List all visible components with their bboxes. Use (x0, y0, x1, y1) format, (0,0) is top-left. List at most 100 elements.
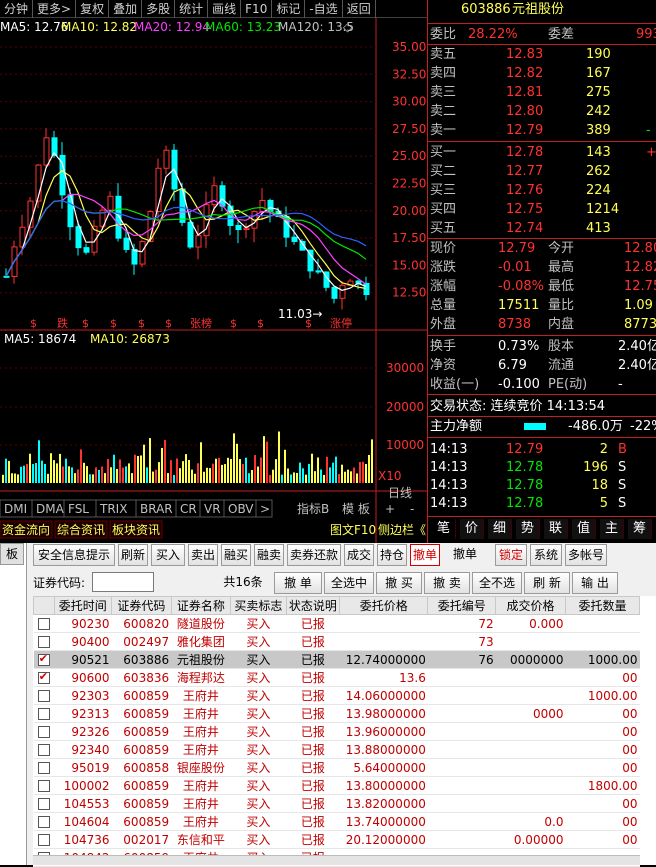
action-button-11[interactable]: 锁定 (495, 544, 527, 566)
cell-dp (495, 632, 566, 651)
order-row[interactable]: 95019 600858 银座股份 买入 已报 5.64000000 00 (33, 758, 640, 777)
op-button-6[interactable]: 输 出 (572, 572, 618, 594)
op-button-4[interactable]: 全不选 (472, 572, 522, 594)
side-tab-t3[interactable]: 细 (488, 519, 512, 539)
order-row[interactable]: 92326 600859 王府井 买入 已报 13.96000000 00 (33, 722, 640, 741)
order-row[interactable]: 90600603836海程邦达买入已报13.6 00 (33, 668, 640, 687)
side-tab-t6[interactable]: 值 (572, 519, 596, 539)
op-button-0[interactable]: 撤 单 (274, 572, 322, 594)
order-row[interactable]: 92313 600859 王府井 买入 已报 13.98000000 0000 00 (33, 704, 640, 723)
order-row[interactable]: 90521603886元祖股份买入已报12.740000007600000001… (33, 650, 640, 669)
row-check-cell[interactable] (33, 722, 55, 741)
row-checkbox[interactable] (37, 762, 50, 774)
row-check-cell[interactable] (33, 740, 55, 759)
cell-no: 72 (427, 614, 496, 633)
toolbar-item-6[interactable]: 画线 (208, 0, 242, 18)
row-check-cell[interactable] (33, 830, 55, 849)
order-row[interactable]: 104736 002017 东信和平 买入 已报 20.12000000 0.00000 00 (33, 830, 640, 849)
toolbar-item-5[interactable]: 统计 (175, 0, 209, 18)
stat-l1-2: 涨幅 (430, 279, 457, 294)
order-row[interactable]: 92303 600859 王府井 买入 已报 14.06000000 1000.00 (33, 686, 640, 705)
side-tab-t1[interactable]: 笔 (432, 519, 456, 539)
row-checkbox[interactable] (37, 708, 50, 720)
col-header-8[interactable]: 委托数量 (564, 596, 641, 615)
col-header-0[interactable]: 委托时间 (53, 596, 113, 615)
side-tab-t8[interactable]: 筹 (628, 519, 652, 539)
toolbar-item-8[interactable]: 标记 (272, 0, 306, 18)
volume-bar (281, 474, 283, 483)
side-tab-t4[interactable]: 势 (516, 519, 540, 539)
action-button-4[interactable]: 融买 (221, 544, 251, 566)
side-tab-t2[interactable]: 价 (460, 519, 484, 539)
order-row[interactable]: 90400 002497 雅化集团 买入 已报 73 (33, 632, 640, 651)
order-row[interactable]: 90230 600820 隧道股份 买入 已报 72 0.000 (33, 614, 640, 633)
toolbar-item-4[interactable]: 多股 (142, 0, 176, 18)
security-code-input[interactable] (92, 572, 154, 592)
op-button-2[interactable]: 撤 买 (376, 572, 422, 594)
side-tab-t7[interactable]: 主 (600, 519, 624, 539)
row-check-cell[interactable] (33, 614, 55, 633)
side-tab-t5[interactable]: 联 (544, 519, 568, 539)
volume-bar (257, 466, 259, 483)
row-checkbox[interactable] (37, 726, 50, 738)
order-row[interactable]: 104553 600859 王府井 买入 已报 13.82000000 00 (33, 794, 640, 813)
row-checkbox[interactable] (37, 618, 50, 630)
action-button-9[interactable]: 撤单 (410, 544, 440, 566)
toolbar-item-1[interactable]: 更多> (33, 0, 77, 18)
vertical-scrollbar[interactable] (640, 596, 656, 865)
action-button-8[interactable]: 持仓 (377, 544, 407, 566)
col-header-6[interactable]: 委托编号 (427, 596, 497, 615)
toolbar-item-10[interactable]: 返回 (343, 0, 376, 18)
toolbar-item-3[interactable]: 叠加 (109, 0, 143, 18)
row-check-cell[interactable] (33, 776, 55, 795)
kline-chart[interactable]: MA5: 12.76 MA10: 12.82 MA20: 12.94 MA60: 13… (0, 18, 427, 543)
action-button-0[interactable]: 安全信息提示 (33, 544, 115, 566)
toolbar-item-9[interactable]: -自选 (305, 0, 343, 18)
action-button-5[interactable]: 融卖 (254, 544, 284, 566)
row-check-cell[interactable] (33, 704, 55, 723)
col-header-2[interactable]: 证券名称 (170, 596, 232, 615)
row-checkbox[interactable] (37, 636, 50, 648)
row-checkbox[interactable] (37, 652, 50, 666)
row-check-cell[interactable] (33, 632, 55, 651)
toolbar-item-7[interactable]: F10 (241, 0, 273, 18)
action-button-13[interactable]: 多帐号 (565, 544, 607, 566)
row-checkbox[interactable] (37, 816, 50, 828)
row-checkbox[interactable] (37, 670, 50, 684)
action-button-1[interactable]: 刷新 (118, 544, 148, 566)
action-button-7[interactable]: 成交 (344, 544, 374, 566)
op-button-3[interactable]: 撤 卖 (424, 572, 470, 594)
fund-l2-1: 流通 (548, 358, 575, 373)
toolbar-item-0[interactable]: 分钟 (0, 0, 34, 18)
row-checkbox[interactable] (37, 744, 50, 756)
op-button-5[interactable]: 刷 新 (524, 572, 570, 594)
row-check-cell[interactable] (33, 794, 55, 813)
col-header-1[interactable]: 证券代码 (111, 596, 172, 615)
row-checkbox[interactable] (37, 798, 50, 810)
action-button-10[interactable]: 撤单 (443, 544, 487, 566)
col-header-3[interactable]: 买卖标志 (230, 596, 287, 615)
row-check-cell[interactable] (33, 812, 55, 831)
row-check-cell[interactable] (33, 668, 55, 687)
horizontal-scrollbar[interactable] (33, 855, 640, 865)
action-button-6[interactable]: 卖券还款 (287, 544, 341, 566)
row-checkbox[interactable] (37, 690, 50, 702)
order-row[interactable]: 100002 600859 王府井 买入 已报 13.80000000 1800.00 (33, 776, 640, 795)
row-checkbox[interactable] (37, 780, 50, 792)
col-header-5[interactable]: 委托价格 (339, 596, 429, 615)
row-check-cell[interactable] (33, 758, 55, 777)
row-check-cell[interactable] (33, 686, 55, 705)
order-row[interactable]: 92340 600859 王府井 买入 已报 13.88000000 00 (33, 740, 640, 759)
cell-no (427, 722, 496, 741)
action-button-12[interactable]: 系统 (530, 544, 562, 566)
action-button-2[interactable]: 买入 (151, 544, 185, 566)
col-header-4[interactable]: 状态说明 (285, 596, 341, 615)
col-header-7[interactable]: 成交价格 (495, 596, 566, 615)
row-check-cell[interactable] (33, 650, 55, 669)
row-checkbox[interactable] (37, 834, 50, 846)
left-tab-label[interactable]: 板 (0, 543, 24, 565)
toolbar-item-2[interactable]: 复权 (76, 0, 110, 18)
order-row[interactable]: 104604 600859 王府井 买入 已报 13.74000000 0.0 00 (33, 812, 640, 831)
op-button-1[interactable]: 全选中 (324, 572, 374, 594)
action-button-3[interactable]: 卖出 (188, 544, 218, 566)
